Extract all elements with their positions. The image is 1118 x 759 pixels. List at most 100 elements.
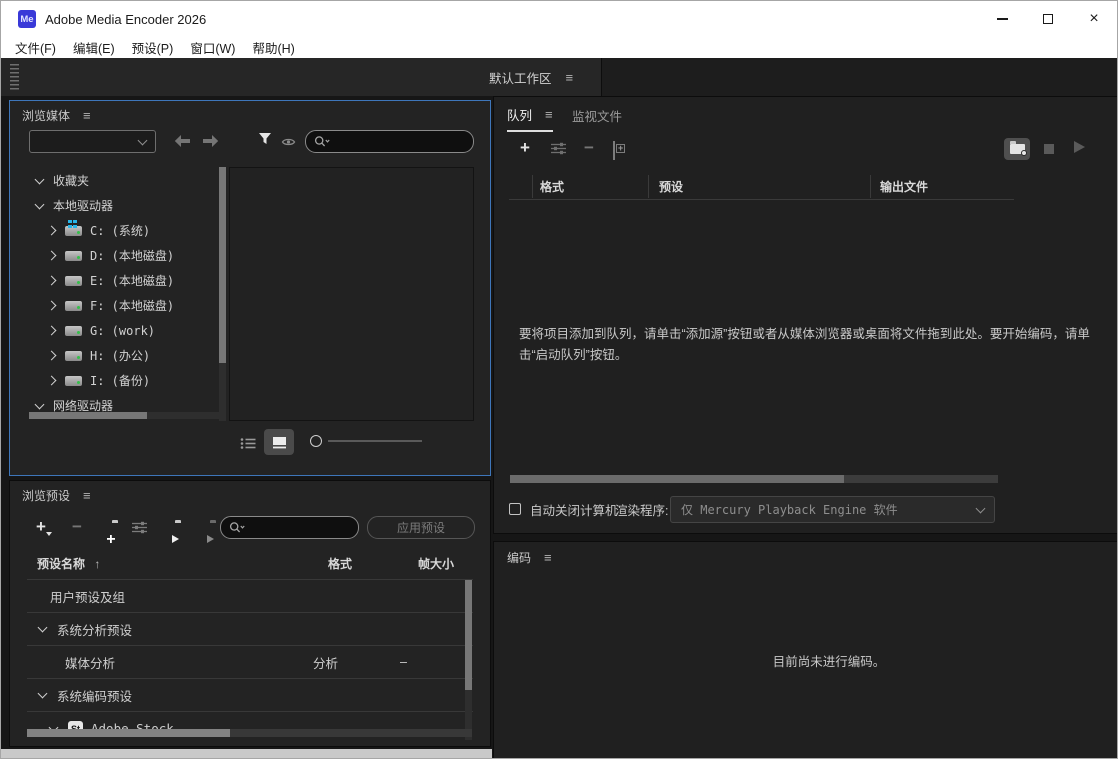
window-bottom-edge: [1, 749, 492, 759]
window-controls: ×: [979, 1, 1117, 37]
preset-row-user-presets[interactable]: 用户预设及组: [27, 579, 473, 613]
chevron-right-icon: [47, 251, 57, 261]
tab-watch-folders[interactable]: 监视文件: [572, 106, 622, 125]
column-format[interactable]: 格式: [328, 555, 352, 572]
preset-search-input[interactable]: [220, 516, 359, 539]
drive-icon: [65, 251, 82, 261]
encoding-empty-message: 目前尚未进行编码。: [494, 652, 1118, 673]
menu-preset[interactable]: 预设(P): [132, 38, 174, 57]
tree-item-favorites[interactable]: 收藏夹: [22, 168, 233, 193]
add-output-button[interactable]: [551, 142, 566, 160]
minimize-button[interactable]: [979, 1, 1025, 37]
forward-arrow-icon: [202, 135, 219, 147]
sliders-icon: [551, 142, 566, 155]
tree-item-drive-g[interactable]: G: (work): [22, 318, 245, 343]
preset-row-media-analysis[interactable]: 媒体分析 分析 –: [27, 646, 473, 679]
media-browser-panel: 浏览媒体 ≡ 收藏夹 本地驱动: [9, 100, 491, 476]
preset-row-system-encoding[interactable]: 系统编码预设: [27, 679, 473, 712]
media-browser-panel-menu-icon[interactable]: ≡: [83, 109, 91, 122]
chevron-right-icon: [47, 376, 57, 386]
thumbnail-zoom-slider-knob[interactable]: [310, 435, 322, 447]
filter-funnel-icon: [258, 132, 272, 145]
list-view-button[interactable]: [240, 437, 256, 455]
forward-button[interactable]: [202, 134, 219, 152]
queue-panel: 队列 ≡ 监视文件 + − 格式 预设 输出文件 要将项目添加到队列，请单击“添…: [493, 96, 1118, 534]
column-frame-size[interactable]: 帧大小: [418, 555, 454, 572]
tree-item-drive-d[interactable]: D: (本地磁盘): [22, 243, 245, 268]
preview-toggle-button[interactable]: [281, 134, 296, 152]
media-file-list-pane[interactable]: [229, 167, 474, 421]
renderer-dropdown[interactable]: 仅 Mercury Playback Engine 软件: [670, 496, 995, 523]
tree-item-drive-e[interactable]: E: (本地磁盘): [22, 268, 245, 293]
preset-browser-title: 浏览预设: [22, 487, 70, 504]
menubar: 文件(F) 编辑(E) 预设(P) 窗口(W) 帮助(H): [1, 37, 1117, 58]
tree-item-drive-c[interactable]: C: (系统): [22, 218, 245, 243]
chevron-down-icon: [35, 199, 45, 209]
delete-preset-button[interactable]: −: [72, 518, 82, 535]
start-queue-button[interactable]: [1074, 141, 1085, 153]
workspace-tab[interactable]: 默认工作区 ≡: [489, 58, 573, 96]
media-search-input[interactable]: [305, 130, 474, 153]
chevron-down-icon: [35, 399, 45, 409]
filter-button[interactable]: [258, 132, 272, 150]
menu-edit[interactable]: 编辑(E): [73, 38, 115, 57]
apply-preset-button[interactable]: 应用预设: [367, 516, 475, 539]
preset-browser-panel-menu-icon[interactable]: ≡: [83, 489, 91, 502]
thumbnail-zoom-slider-track[interactable]: [328, 440, 422, 442]
new-preset-button[interactable]: +: [36, 517, 46, 536]
preset-horizontal-scrollbar[interactable]: [27, 729, 472, 737]
menu-window[interactable]: 窗口(W): [190, 38, 235, 57]
minimize-icon: [997, 18, 1008, 20]
tree-vertical-scrollbar[interactable]: [219, 167, 226, 421]
preset-settings-button[interactable]: [132, 521, 147, 539]
column-preset-name[interactable]: 预设名称 ↑: [37, 555, 100, 572]
tree-item-local-drives[interactable]: 本地驱动器: [22, 193, 233, 218]
encoding-panel: 编码 ≡ 目前尚未进行编码。: [493, 541, 1118, 759]
maximize-icon: [1043, 14, 1053, 24]
panel-grip[interactable]: [10, 64, 19, 90]
media-browser-title: 浏览媒体: [22, 107, 70, 124]
maximize-button[interactable]: [1025, 1, 1071, 37]
preset-row-system-analysis[interactable]: 系统分析预设: [27, 613, 473, 646]
drive-icon: [65, 351, 82, 361]
queue-column-preset[interactable]: 预设: [659, 178, 683, 195]
preset-vertical-scrollbar[interactable]: [465, 580, 472, 740]
sort-ascending-icon: ↑: [94, 557, 100, 571]
auto-shutdown-label: 自动关闭计算机: [530, 501, 618, 522]
tree-item-drive-h[interactable]: H: (办公): [22, 343, 245, 368]
search-icon: [314, 135, 331, 148]
search-icon: [229, 521, 246, 534]
tree-item-drive-f[interactable]: F: (本地磁盘): [22, 293, 245, 318]
tree-item-drive-i[interactable]: I: (备份): [22, 368, 245, 393]
close-button[interactable]: ×: [1071, 1, 1117, 37]
menu-file[interactable]: 文件(F): [15, 38, 56, 57]
media-source-dropdown[interactable]: [29, 130, 156, 153]
tree-horizontal-scrollbar[interactable]: [29, 412, 219, 419]
chevron-right-icon: [47, 276, 57, 286]
thumbnail-view-button[interactable]: [264, 429, 294, 455]
duplicate-button[interactable]: [613, 141, 615, 160]
chevron-right-icon: [47, 226, 57, 236]
chevron-down-icon: [38, 689, 48, 699]
queue-horizontal-scrollbar[interactable]: [510, 475, 998, 483]
menu-help[interactable]: 帮助(H): [252, 38, 294, 57]
add-source-button[interactable]: +: [520, 139, 530, 156]
chevron-down-icon: [138, 135, 148, 145]
system-drive-icon: [65, 226, 82, 236]
folder-gear-icon: [1010, 144, 1025, 154]
stop-queue-button[interactable]: [1044, 144, 1054, 154]
queue-panel-menu-icon[interactable]: ≡: [545, 108, 553, 121]
queue-column-format[interactable]: 格式: [540, 178, 564, 195]
back-button[interactable]: [174, 134, 191, 152]
chevron-right-icon: [47, 301, 57, 311]
auto-shutdown-checkbox[interactable]: [509, 503, 521, 515]
back-arrow-icon: [174, 135, 191, 147]
app-window: Me Adobe Media Encoder 2026 × 文件(F) 编辑(E…: [0, 0, 1118, 759]
drive-icon: [65, 326, 82, 336]
tab-queue[interactable]: 队列 ≡: [507, 105, 553, 132]
queue-column-output[interactable]: 输出文件: [880, 178, 928, 195]
watch-folder-auto-encode-button[interactable]: [1004, 138, 1030, 160]
encoding-panel-menu-icon[interactable]: ≡: [544, 551, 552, 564]
workspace-menu-icon[interactable]: ≡: [566, 71, 574, 84]
remove-source-button[interactable]: −: [584, 139, 594, 156]
